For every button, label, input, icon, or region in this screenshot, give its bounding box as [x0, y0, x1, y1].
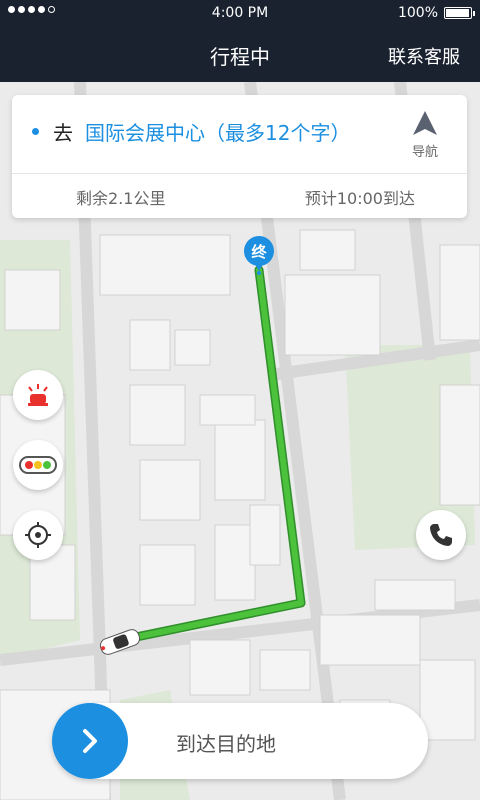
locate-button[interactable] — [13, 510, 63, 560]
trip-card: 去 国际会展中心（最多12个字） 导航 剩余2.1公里 预计10:00到达 — [12, 95, 467, 218]
status-bar: 4:00 PM 100% — [0, 0, 480, 26]
alarm-button[interactable] — [13, 370, 63, 420]
destination-row: 去 国际会展中心（最多12个字） — [32, 117, 350, 146]
traffic-button[interactable] — [13, 440, 63, 490]
card-divider — [12, 173, 467, 174]
traffic-light-icon — [19, 456, 57, 474]
arrive-destination-slider[interactable]: 到达目的地 — [52, 703, 428, 779]
end-marker-label: 终 — [251, 243, 267, 261]
chevron-right-icon — [83, 729, 97, 753]
phone-icon — [430, 524, 452, 546]
navigation-button[interactable]: 导航 — [405, 109, 445, 160]
phone-button[interactable] — [416, 510, 466, 560]
navigation-label: 导航 — [411, 145, 438, 160]
destination-prefix: 去 — [53, 121, 73, 145]
alarm-light-icon — [28, 384, 48, 406]
navigation-arrow-icon — [413, 111, 437, 135]
remaining-distance: 剩余2.1公里 — [76, 189, 166, 208]
contact-service-link[interactable]: 联系客服 — [388, 43, 460, 69]
battery-icon — [444, 7, 475, 19]
slide-handle[interactable] — [52, 703, 128, 779]
nav-bar: 行程中 联系客服 — [0, 26, 480, 82]
locate-icon — [25, 522, 51, 548]
arrive-label: 到达目的地 — [176, 732, 276, 756]
battery-percent: 100% — [397, 5, 438, 21]
destination-name: 国际会展中心（最多12个字） — [85, 121, 351, 145]
destination-dot — [32, 128, 39, 135]
end-marker: 终 — [243, 235, 275, 275]
estimated-arrival: 预计10:00到达 — [304, 189, 415, 208]
